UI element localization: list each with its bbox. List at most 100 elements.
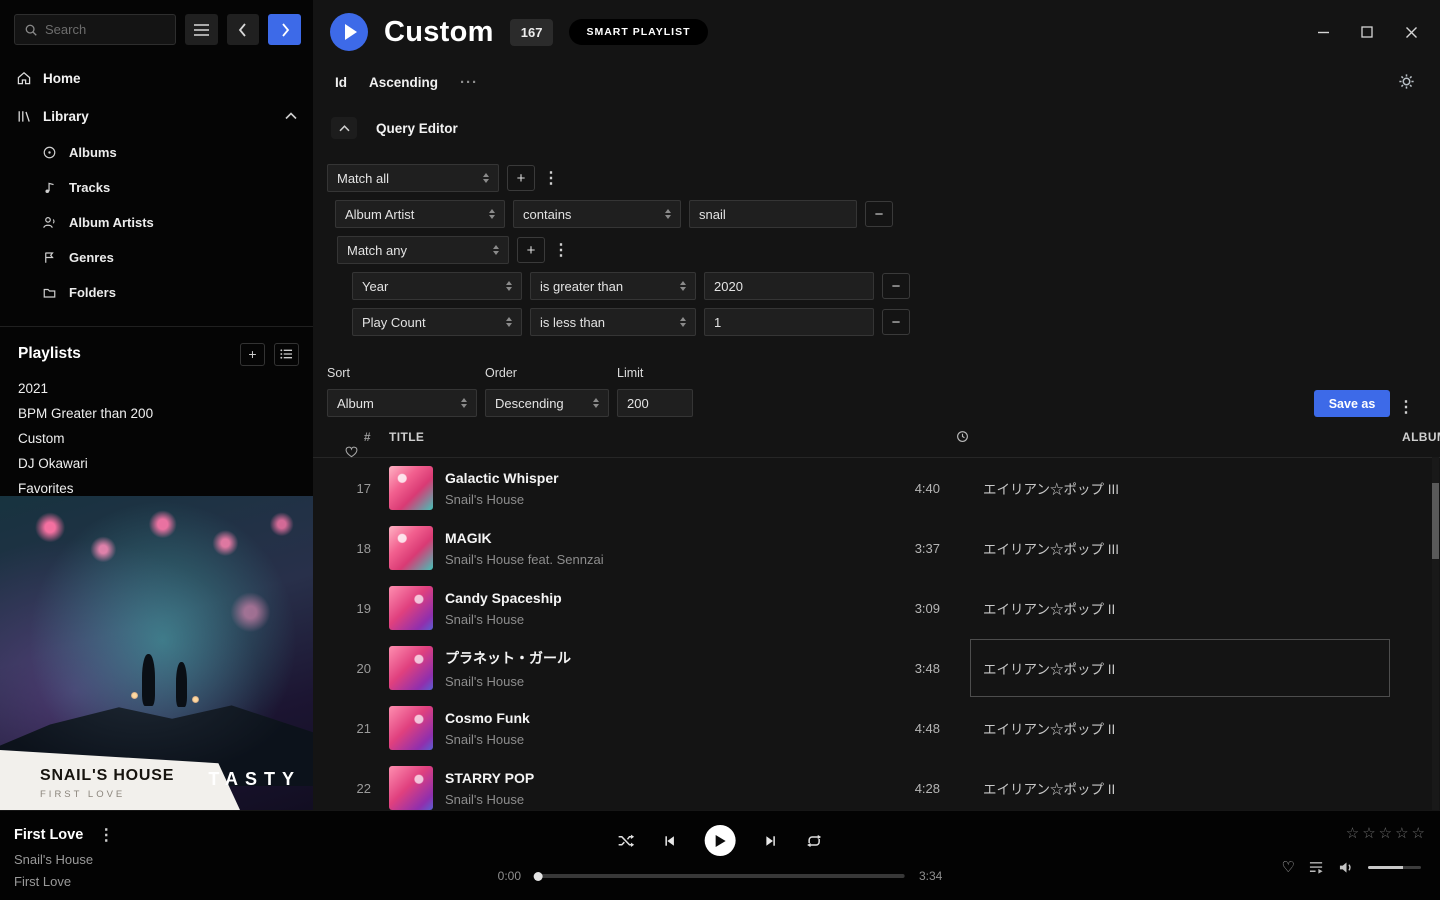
playlist-item[interactable]: Custom: [0, 426, 313, 451]
add-group-rule-button[interactable]: +: [517, 237, 545, 263]
hamburger-icon: [194, 24, 209, 36]
rule-value-input[interactable]: [704, 308, 874, 336]
chevron-up-icon[interactable]: [285, 112, 297, 120]
remove-rule-button[interactable]: −: [882, 309, 910, 335]
minimize-button[interactable]: [1308, 17, 1338, 47]
rule-field-dropdown[interactable]: Year: [352, 272, 522, 300]
sidebar-item-home[interactable]: Home: [0, 59, 313, 97]
limit-input[interactable]: [617, 389, 693, 417]
remove-rule-button[interactable]: −: [865, 201, 893, 227]
artist-icon: [42, 215, 57, 230]
rule-field-dropdown[interactable]: Play Count: [352, 308, 522, 336]
track-number: 22: [313, 781, 389, 796]
sidebar-item-albums[interactable]: Albums: [0, 135, 313, 170]
menu-button[interactable]: [185, 14, 218, 45]
previous-button[interactable]: [662, 832, 679, 850]
nav-forward-button[interactable]: [268, 14, 301, 45]
repeat-button[interactable]: [805, 832, 824, 850]
rule-field-dropdown[interactable]: Album Artist: [335, 200, 505, 228]
query-editor: Query Editor Match all + ⋮ Album Artist …: [313, 116, 1440, 417]
rule-value-input[interactable]: [689, 200, 857, 228]
column-header-title[interactable]: TITLE: [389, 430, 870, 444]
save-menu-button[interactable]: ⋮: [1398, 397, 1414, 417]
column-header-number[interactable]: #: [313, 430, 389, 444]
rule-operator-dropdown[interactable]: is greater than: [530, 272, 696, 300]
figure-silhouette: [176, 662, 187, 707]
rule-operator-dropdown[interactable]: contains: [513, 200, 681, 228]
play-playlist-button[interactable]: [330, 13, 368, 51]
playlist-item[interactable]: 2021: [0, 376, 313, 401]
collapse-query-editor-button[interactable]: [331, 117, 357, 139]
scrollbar-thumb[interactable]: [1432, 483, 1439, 559]
more-options-button[interactable]: ···: [460, 74, 478, 91]
sidebar-item-album-artists[interactable]: Album Artists: [0, 205, 313, 240]
maximize-button[interactable]: [1352, 17, 1382, 47]
track-row[interactable]: 20 プラネット・ガール Snail's House 3:48 エイリアン☆ポッ…: [313, 638, 1440, 698]
star-icon[interactable]: ☆: [1412, 824, 1425, 842]
settings-gear-icon[interactable]: [1397, 72, 1416, 91]
library-sublist: Albums Tracks Album Artists Genres: [0, 135, 313, 310]
sidebar-item-genres[interactable]: Genres: [0, 240, 313, 275]
dropdown-value: Play Count: [362, 315, 426, 330]
queue-icon[interactable]: [1308, 860, 1325, 875]
scrollbar-track[interactable]: [1432, 457, 1439, 810]
favorite-heart-icon[interactable]: ♡: [1282, 858, 1295, 876]
star-icon[interactable]: ☆: [1346, 824, 1359, 842]
now-playing-menu-button[interactable]: ⋮: [98, 825, 114, 845]
next-button[interactable]: [762, 832, 779, 850]
seek-bar[interactable]: [535, 874, 905, 878]
track-row[interactable]: 21 Cosmo Funk Snail's House 4:48 エイリアン☆ポ…: [313, 698, 1440, 758]
track-title: MAGIK: [445, 530, 870, 546]
track-row[interactable]: 18 MAGIK Snail's House feat. Sennzai 3:3…: [313, 518, 1440, 578]
playlist-list-button[interactable]: [274, 343, 299, 366]
chevron-right-icon: [280, 23, 290, 37]
clock-icon[interactable]: [955, 429, 970, 444]
order-dropdown[interactable]: Descending: [485, 389, 609, 417]
sort-field-button[interactable]: Id: [335, 75, 347, 90]
rule-operator-dropdown[interactable]: is less than: [530, 308, 696, 336]
play-pause-button[interactable]: [705, 825, 736, 856]
sort-direction-button[interactable]: Ascending: [369, 75, 438, 90]
order-label: Order: [485, 366, 609, 380]
dropdown-value: Year: [362, 279, 388, 294]
group-match-mode-dropdown[interactable]: Match any: [337, 236, 509, 264]
shuffle-button[interactable]: [617, 832, 636, 850]
track-row[interactable]: 22 STARRY POP Snail's House 4:28 エイリアン☆ポ…: [313, 758, 1440, 810]
dropdown-value: is less than: [540, 315, 605, 330]
playlist-item[interactable]: DJ Okawari: [0, 451, 313, 476]
column-header-album[interactable]: ALBUM: [1390, 430, 1440, 444]
track-row[interactable]: 17 Galactic Whisper Snail's House 4:40 エ…: [313, 458, 1440, 518]
search-input[interactable]: [45, 22, 166, 37]
maximize-icon: [1361, 26, 1373, 38]
star-icon[interactable]: ☆: [1395, 824, 1408, 842]
star-icon[interactable]: ☆: [1379, 824, 1392, 842]
minus-icon: −: [892, 278, 901, 295]
save-as-button[interactable]: Save as: [1314, 390, 1390, 417]
figure-silhouette: [142, 654, 155, 706]
track-row[interactable]: 19 Candy Spaceship Snail's House 3:09 エイ…: [313, 578, 1440, 638]
sidebar-item-library[interactable]: Library: [0, 97, 313, 135]
sidebar-item-tracks[interactable]: Tracks: [0, 170, 313, 205]
add-rule-button[interactable]: +: [507, 165, 535, 191]
sort-dropdown[interactable]: Album: [327, 389, 477, 417]
add-playlist-button[interactable]: +: [240, 343, 265, 366]
now-playing-album: First Love: [14, 874, 114, 889]
volume-icon[interactable]: [1338, 860, 1355, 875]
rule-value-input[interactable]: [704, 272, 874, 300]
group-menu-button[interactable]: ⋮: [553, 240, 569, 260]
album-thumbnail: [389, 526, 433, 570]
close-button[interactable]: [1396, 17, 1426, 47]
search-box[interactable]: [14, 14, 176, 45]
track-count-badge: 167: [510, 19, 554, 46]
match-mode-dropdown[interactable]: Match all: [327, 164, 499, 192]
star-icon[interactable]: ☆: [1362, 824, 1375, 842]
sidebar-item-folders[interactable]: Folders: [0, 275, 313, 310]
nav-back-button[interactable]: [227, 14, 260, 45]
track-album-focused[interactable]: エイリアン☆ポップ II: [970, 639, 1390, 697]
seek-handle[interactable]: [534, 872, 543, 881]
volume-slider[interactable]: [1368, 866, 1421, 869]
remove-rule-button[interactable]: −: [882, 273, 910, 299]
heart-icon[interactable]: [344, 444, 359, 458]
rule-menu-button[interactable]: ⋮: [543, 168, 559, 188]
playlist-item[interactable]: BPM Greater than 200: [0, 401, 313, 426]
